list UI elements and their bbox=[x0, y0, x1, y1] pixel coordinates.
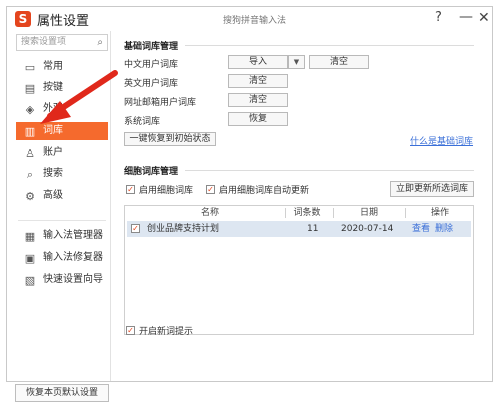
auto-update-checkbox[interactable]: ✓ bbox=[206, 185, 215, 194]
one-key-restore-button[interactable]: 一键恢复到初始状态 bbox=[124, 132, 216, 146]
tool-quick-wizard[interactable]: ▧ 快速设置向导 bbox=[7, 271, 110, 289]
user-icon: ♙ bbox=[25, 147, 35, 160]
sidebar-item-label: 高级 bbox=[43, 190, 63, 201]
auto-update-label: 启用细胞词库自动更新 bbox=[219, 186, 310, 196]
row-label-system: 系统词库 bbox=[124, 117, 161, 127]
column-header-date[interactable]: 日期 bbox=[339, 206, 399, 220]
manager-icon: ▦ bbox=[24, 230, 36, 243]
clear-english-button[interactable]: 清空 bbox=[228, 74, 288, 88]
section-divider bbox=[185, 170, 474, 171]
section-divider bbox=[185, 45, 474, 46]
book-icon: ▥ bbox=[24, 125, 36, 138]
tool-label: 快速设置向导 bbox=[43, 274, 103, 285]
tool-label: 输入法管理器 bbox=[43, 230, 103, 241]
sidebar-item-dictionary[interactable]: ▥ 词库 bbox=[16, 122, 108, 140]
row-date: 2020-07-14 bbox=[341, 224, 394, 234]
wizard-icon: ▧ bbox=[24, 274, 36, 287]
cell-section-title: 细胞词库管理 bbox=[124, 167, 179, 177]
sidebar-item-keys[interactable]: ▤ 按键 bbox=[7, 79, 110, 97]
sidebar-item-advanced[interactable]: ⚙ 高级 bbox=[7, 187, 110, 205]
basic-section-title: 基础词库管理 bbox=[124, 42, 179, 52]
sidebar-item-search[interactable]: ⌕ 搜索 bbox=[7, 165, 110, 183]
enable-cell-label: 启用细胞词库 bbox=[139, 186, 194, 196]
keyboard-icon: ▤ bbox=[24, 82, 36, 95]
new-word-tip-label: 开启新词提示 bbox=[139, 327, 194, 337]
settings-window: S 属性设置 搜狗拼音输入法 ? — ✕ 搜索设置项 ⌕ ▭ 常用 ▤ 按键 ◈… bbox=[0, 0, 500, 402]
row-label-url: 网址邮箱用户词库 bbox=[124, 98, 197, 108]
column-divider bbox=[333, 208, 334, 218]
sogou-logo-icon: S bbox=[15, 11, 31, 27]
help-button[interactable]: ? bbox=[435, 10, 442, 25]
sidebar-item-label: 词库 bbox=[43, 125, 63, 136]
search-input[interactable]: 搜索设置项 ⌕ bbox=[16, 34, 108, 51]
tool-label: 输入法修复器 bbox=[43, 252, 103, 263]
main-panel: 基础词库管理 中文用户词库 导入 ▼ 清空 英文用户词库 清空 网址邮箱用户词库… bbox=[110, 31, 492, 381]
column-divider bbox=[285, 208, 286, 218]
column-header-name[interactable]: 名称 bbox=[165, 206, 255, 220]
sidebar-item-label: 账户 bbox=[43, 147, 63, 158]
monitor-icon: ▭ bbox=[24, 61, 36, 74]
search-icon[interactable]: ⌕ bbox=[97, 35, 103, 50]
window-title: 属性设置 bbox=[37, 14, 90, 29]
row-name: 创业品牌支持计划 bbox=[147, 224, 220, 234]
sidebar-item-label: 按键 bbox=[43, 82, 63, 93]
repair-icon: ▣ bbox=[24, 252, 36, 265]
delete-link[interactable]: 删除 bbox=[435, 221, 453, 237]
column-divider bbox=[405, 208, 406, 218]
clear-chinese-button[interactable]: 清空 bbox=[309, 55, 369, 69]
row-label-english: 英文用户词库 bbox=[124, 79, 179, 89]
search-placeholder: 搜索设置项 bbox=[21, 37, 67, 47]
new-word-tip-checkbox[interactable]: ✓ bbox=[126, 326, 135, 335]
minimize-button[interactable]: — bbox=[459, 9, 473, 25]
sidebar-item-account[interactable]: ♙ 账户 bbox=[7, 144, 110, 162]
row-count: 11 bbox=[307, 224, 319, 234]
column-header-action: 操作 bbox=[430, 208, 449, 218]
tool-ime-manager[interactable]: ▦ 输入法管理器 bbox=[7, 227, 110, 245]
reset-defaults-button[interactable]: 恢复本页默认设置 bbox=[15, 384, 109, 402]
view-link[interactable]: 查看 bbox=[412, 221, 430, 237]
what-is-basic-dict-link[interactable]: 什么是基础词库 bbox=[410, 134, 473, 147]
row-checkbox[interactable]: ✓ bbox=[131, 224, 140, 233]
row-label-chinese: 中文用户词库 bbox=[124, 60, 179, 70]
import-button[interactable]: 导入 bbox=[228, 55, 288, 69]
column-header-count[interactable]: 词条数 bbox=[287, 206, 327, 220]
chevron-down-icon[interactable]: ▼ bbox=[288, 55, 305, 69]
tool-ime-repair[interactable]: ▣ 输入法修复器 bbox=[7, 249, 110, 267]
sidebar-item-label: 外观 bbox=[43, 103, 63, 114]
table-row[interactable]: ✓ 创业品牌支持计划 11 2020-07-14 查看 删除 bbox=[127, 221, 471, 237]
search-icon: ⌕ bbox=[26, 168, 34, 181]
sidebar-item-label: 搜索 bbox=[43, 168, 63, 179]
sidebar-item-common[interactable]: ▭ 常用 bbox=[7, 58, 110, 76]
shirt-icon: ◈ bbox=[25, 103, 35, 116]
restore-system-button[interactable]: 恢复 bbox=[228, 112, 288, 126]
cell-dict-table: 名称 词条数 日期 操作 ✓ 创业品牌支持计划 11 2020-07-14 查看… bbox=[124, 205, 474, 335]
sidebar-item-label: 常用 bbox=[43, 61, 63, 72]
sidebar-divider bbox=[18, 220, 106, 221]
sidebar: 搜索设置项 ⌕ ▭ 常用 ▤ 按键 ◈ 外观 ▥ 词库 ♙ 账户 ⌕ 搜索 ⚙ bbox=[7, 31, 111, 402]
enable-cell-checkbox[interactable]: ✓ bbox=[126, 185, 135, 194]
title-bar: S 属性设置 搜狗拼音输入法 ? — ✕ bbox=[7, 7, 492, 31]
close-button[interactable]: ✕ bbox=[478, 10, 490, 26]
sidebar-item-appearance[interactable]: ◈ 外观 bbox=[7, 100, 110, 118]
update-selected-button[interactable]: 立即更新所选词库 bbox=[390, 181, 474, 197]
app-subtitle: 搜狗拼音输入法 bbox=[223, 16, 287, 26]
clear-url-button[interactable]: 清空 bbox=[228, 93, 288, 107]
gear-icon: ⚙ bbox=[25, 190, 35, 203]
